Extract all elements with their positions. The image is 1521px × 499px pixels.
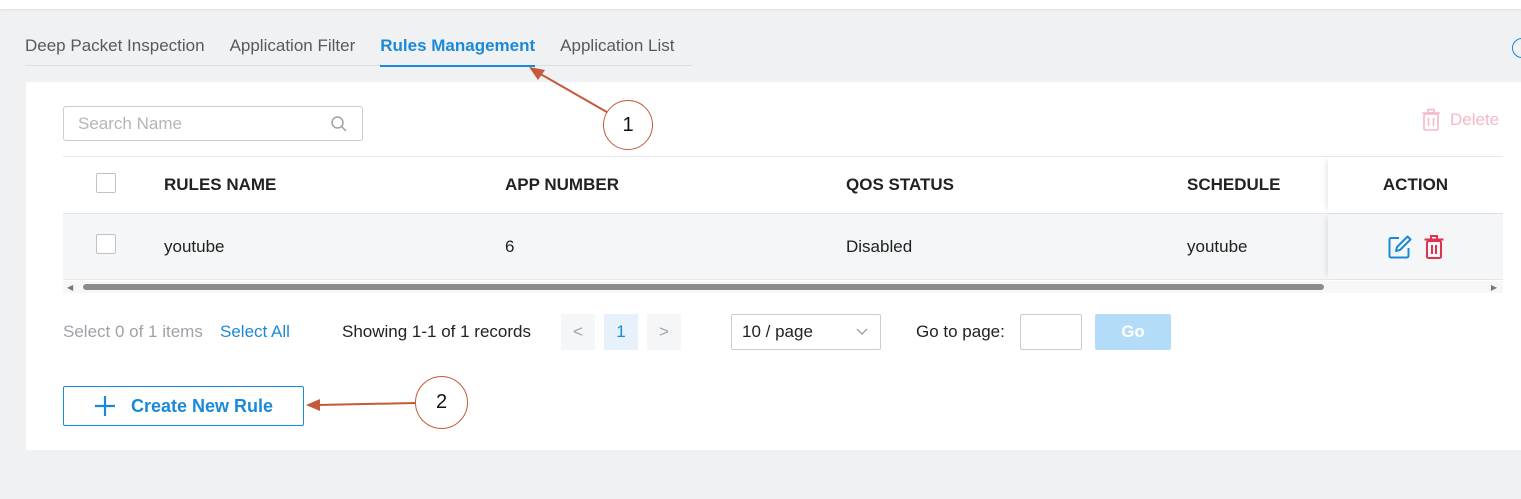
selection-count: Select 0 of 1 items bbox=[63, 322, 203, 341]
cell-qos-status: Disabled bbox=[846, 236, 913, 256]
delete-label: Delete bbox=[1450, 110, 1500, 129]
row-checkbox[interactable] bbox=[96, 234, 116, 254]
search-input[interactable] bbox=[64, 107, 314, 140]
page-number-1[interactable]: 1 bbox=[604, 314, 638, 350]
select-all-checkbox[interactable] bbox=[96, 172, 116, 193]
column-header-action: ACTION bbox=[1328, 157, 1503, 213]
go-button[interactable]: Go bbox=[1095, 314, 1171, 350]
column-header-qos-status[interactable]: QOS STATUS bbox=[846, 175, 1187, 195]
rules-panel: Delete RULES NAME APP NUMBER QOS STATUS … bbox=[26, 82, 1521, 450]
scrollbar-thumb[interactable] bbox=[83, 284, 1324, 290]
rules-table: RULES NAME APP NUMBER QOS STATUS SCHEDUL… bbox=[63, 156, 1503, 280]
edit-icon[interactable] bbox=[1387, 234, 1413, 260]
search-icon[interactable] bbox=[330, 115, 348, 133]
chevron-down-icon bbox=[856, 328, 868, 335]
records-summary: Showing 1-1 of 1 records bbox=[342, 322, 531, 341]
column-header-rules-name[interactable]: RULES NAME bbox=[164, 175, 505, 195]
scroll-left-icon[interactable]: ◀ bbox=[67, 283, 73, 292]
goto-page-input[interactable] bbox=[1020, 314, 1082, 350]
tab-rules-management[interactable]: Rules Management bbox=[380, 26, 535, 67]
table-row[interactable]: youtube 6 Disabled youtube bbox=[63, 214, 1503, 280]
trash-icon[interactable] bbox=[1423, 234, 1445, 260]
row-checkbox-cell bbox=[63, 234, 164, 259]
tab-application-filter[interactable]: Application Filter bbox=[230, 26, 356, 66]
page-size-select[interactable]: 10 / page bbox=[731, 314, 881, 350]
select-all-link[interactable]: Select All bbox=[220, 314, 290, 350]
trash-icon bbox=[1422, 108, 1440, 131]
horizontal-scrollbar[interactable]: ◀ ▶ bbox=[63, 281, 1503, 293]
annotation-callout-2: 2 bbox=[415, 376, 468, 429]
create-new-rule-button[interactable]: Create New Rule bbox=[63, 386, 304, 426]
create-new-rule-label: Create New Rule bbox=[131, 395, 274, 416]
cell-app-number: 6 bbox=[505, 236, 515, 256]
cell-rules-name: youtube bbox=[164, 236, 225, 256]
previous-page-button[interactable]: < bbox=[561, 314, 595, 350]
delete-button[interactable]: Delete bbox=[1421, 108, 1499, 132]
tab-application-list[interactable]: Application List bbox=[560, 26, 674, 66]
page-size-value: 10 / page bbox=[742, 322, 813, 341]
table-header: RULES NAME APP NUMBER QOS STATUS SCHEDUL… bbox=[63, 156, 1503, 214]
help-icon[interactable] bbox=[1512, 38, 1521, 58]
annotation-callout-1: 1 bbox=[603, 100, 653, 150]
annotation-arrowhead-1 bbox=[529, 67, 545, 80]
next-page-button[interactable]: > bbox=[647, 314, 681, 350]
header-checkbox-cell bbox=[63, 172, 164, 198]
scroll-right-icon[interactable]: ▶ bbox=[1491, 283, 1497, 292]
top-header-bar bbox=[0, 0, 1521, 9]
tab-bar: Deep Packet Inspection Application Filte… bbox=[25, 26, 692, 67]
pagination-bar: Select 0 of 1 items Select All Showing 1… bbox=[63, 314, 1263, 350]
search-box bbox=[63, 106, 363, 141]
tab-deep-packet-inspection[interactable]: Deep Packet Inspection bbox=[25, 26, 205, 66]
plus-icon bbox=[95, 396, 115, 416]
goto-page-label: Go to page: bbox=[916, 322, 1005, 341]
column-header-schedule[interactable]: SCHEDULE bbox=[1187, 175, 1329, 195]
column-header-app-number[interactable]: APP NUMBER bbox=[505, 175, 846, 195]
cell-schedule: youtube bbox=[1187, 236, 1248, 256]
cell-action bbox=[1328, 214, 1503, 279]
